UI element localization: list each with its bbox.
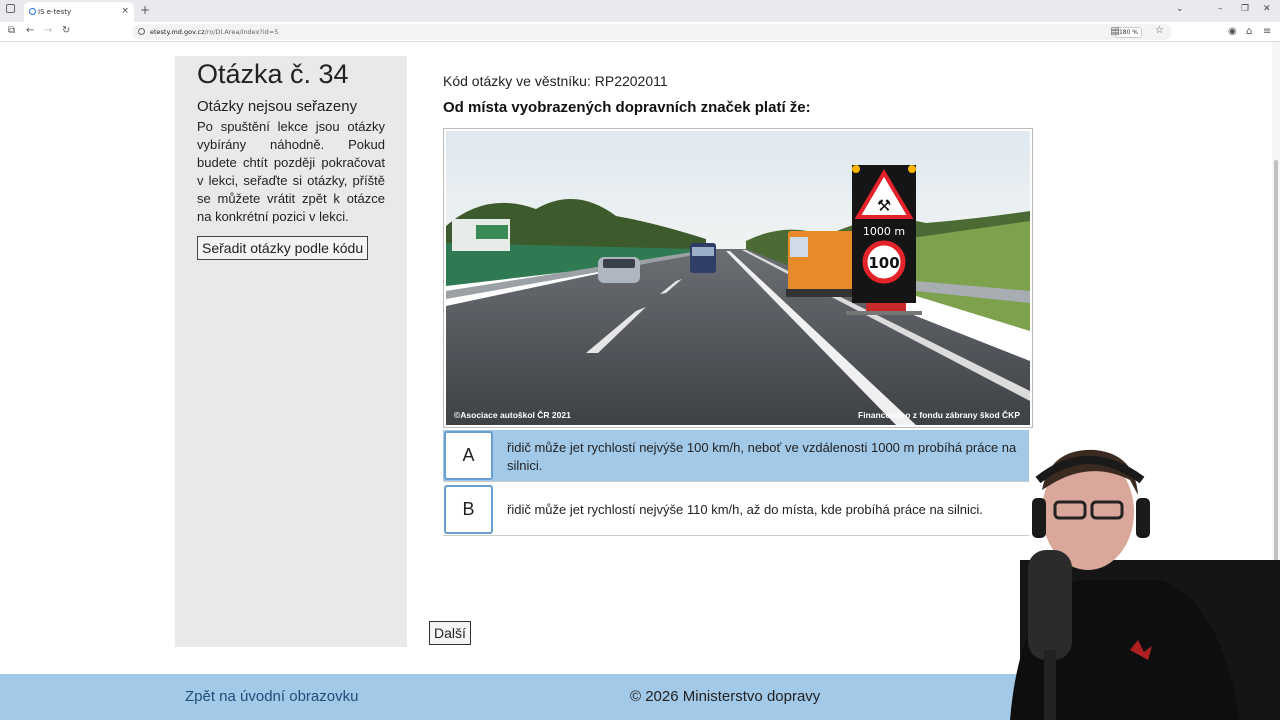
reload-icon[interactable]: ↻ [62, 25, 70, 36]
window-close-icon[interactable]: ✕ [1263, 4, 1271, 14]
copyright-text: © 2026 Ministerstvo dopravy [630, 688, 821, 705]
browser-tab[interactable]: IS e-testy × [24, 2, 134, 22]
new-tab-icon[interactable]: + [140, 3, 150, 17]
image-funding-note: Financováno z fondu zábrany škod ČKP [858, 410, 1020, 420]
svg-text:⚒: ⚒ [877, 196, 891, 215]
sign-speed-text: 100 [868, 254, 899, 272]
webcam-overlay [1010, 449, 1280, 720]
question-sidebar: Otázka č. 34 Otázky nejsou seřazeny Po s… [175, 56, 407, 647]
sidebar-panel-icon[interactable]: ⧉ [8, 25, 15, 36]
question-code: Kód otázky ve věstníku: RP2202011 [443, 73, 668, 89]
minimize-icon[interactable]: – [1218, 4, 1223, 14]
forward-icon[interactable]: → [44, 25, 52, 36]
answer-option-b[interactable]: B řidič může jet rychlostí nejvýše 110 k… [443, 484, 1029, 536]
url-host: etesty.md.gov.cz [150, 28, 205, 36]
sort-by-code-button[interactable]: Seřadit otázky podle kódu [197, 236, 369, 260]
answer-text-a[interactable]: řidič může jet rychlostí nejvýše 100 km/… [507, 439, 1023, 475]
tab-close-icon[interactable]: × [121, 6, 129, 16]
bookmark-star-icon[interactable]: ☆ [1155, 25, 1164, 36]
sorting-description: Po spuštění lekce jsou otázky vybírány n… [197, 119, 385, 224]
sorting-heading: Otázky nejsou seřazeny [197, 98, 358, 115]
address-bar[interactable]: etesty.md.gov.cz/ro/DI.Area/Index?id=5 1… [132, 24, 1172, 40]
answer-option-a[interactable]: A řidič může jet rychlostí nejvýše 100 k… [443, 430, 1029, 482]
reader-mode-icon[interactable]: ▤ [1111, 26, 1120, 37]
menu-icon[interactable]: ≡ [1263, 26, 1271, 37]
question-image: ⚒ 1000 m 100 ©Asociace autoškol ČR 2021 … [443, 128, 1033, 428]
sign-distance-text: 1000 m [863, 225, 905, 238]
browser-tabbar: IS e-testy × + ⌄ – ❐ ✕ [0, 0, 1280, 22]
image-copyright: ©Asociace autoškol ČR 2021 [454, 410, 571, 420]
url-path: /ro/DI.Area/Index?id=5 [204, 28, 279, 36]
tab-title: IS e-testy [38, 8, 72, 16]
back-icon[interactable]: ← [26, 25, 34, 36]
restore-icon[interactable]: ❐ [1241, 4, 1249, 14]
road-scene-illustration: ⚒ 1000 m 100 [446, 131, 1030, 425]
extensions-icon[interactable]: ⌂ [1246, 26, 1252, 37]
tab-list-chevron-icon[interactable]: ⌄ [1176, 4, 1184, 14]
browser-navbar: ⧉ ← → ↻ etesty.md.gov.cz/ro/DI.Area/Inde… [0, 22, 1280, 42]
next-button[interactable]: Další [429, 621, 471, 645]
account-icon[interactable]: ◉ [1228, 26, 1237, 37]
answer-text-b[interactable]: řidič může jet rychlostí nejvýše 110 km/… [507, 501, 1023, 519]
answer-letter-b[interactable]: B [444, 485, 493, 534]
site-info-icon[interactable] [138, 28, 145, 35]
tab-favicon-icon [29, 8, 36, 15]
sidebar-toggle-icon[interactable] [6, 4, 15, 13]
question-text: Od místa vyobrazených dopravních značek … [443, 99, 811, 116]
question-number: Otázka č. 34 [197, 59, 349, 89]
answer-letter-a[interactable]: A [444, 431, 493, 480]
back-to-home-link[interactable]: Zpět na úvodní obrazovku [185, 688, 358, 705]
